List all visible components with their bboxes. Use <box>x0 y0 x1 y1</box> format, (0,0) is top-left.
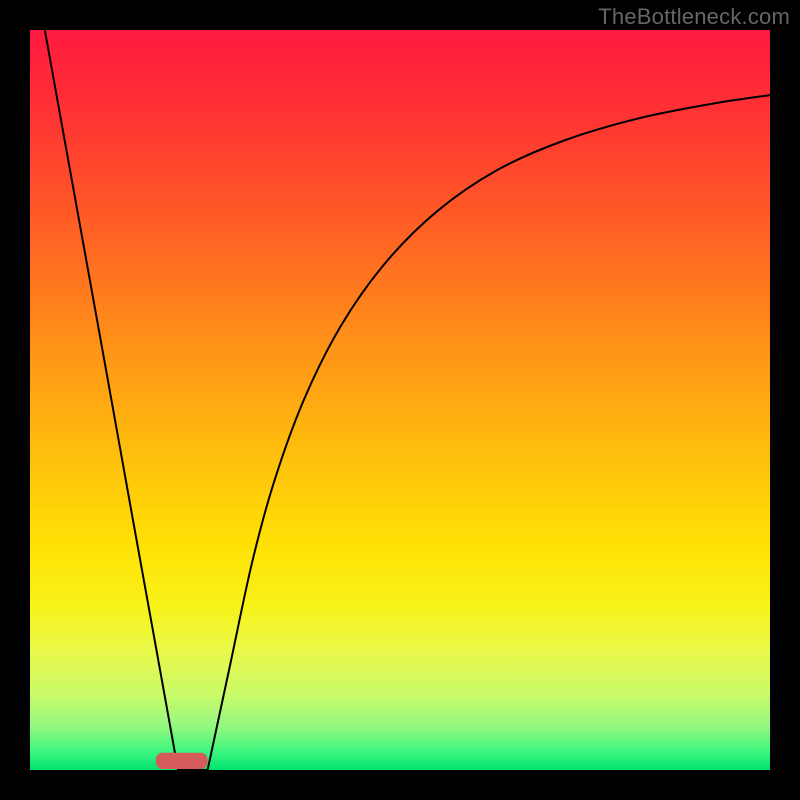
plot-area <box>30 30 770 770</box>
gradient-background <box>30 30 770 770</box>
bottleneck-chart <box>30 30 770 770</box>
chart-frame: TheBottleneck.com <box>0 0 800 800</box>
optimal-marker <box>156 753 208 769</box>
watermark-text: TheBottleneck.com <box>598 4 790 30</box>
